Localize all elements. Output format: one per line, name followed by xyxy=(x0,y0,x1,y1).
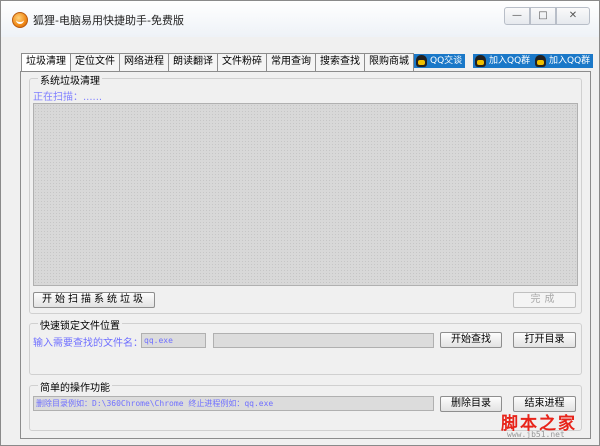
minimize-button[interactable]: — xyxy=(504,7,530,25)
fox-app-icon xyxy=(12,12,28,28)
qq-icon xyxy=(416,55,427,67)
filename-prompt-label: 输入需要查找的文件名： xyxy=(33,338,143,349)
start-find-button[interactable]: 开始查找 xyxy=(440,332,502,348)
title-bar[interactable]: 狐狸-电脑易用快捷助手-免费版 — □ ✕ xyxy=(1,1,599,37)
start-scan-button[interactable]: 开始扫描系统垃圾 xyxy=(33,292,155,308)
qq-group-icon xyxy=(535,55,546,67)
delete-directory-button[interactable]: 删除目录 xyxy=(440,396,502,412)
join-qq-group-button-2[interactable]: 加入QQ群 xyxy=(533,54,594,68)
watermark-url: www.jb51.net xyxy=(507,430,565,439)
tab-limited-mall[interactable]: 限购商城 xyxy=(364,53,414,71)
scan-results-list[interactable] xyxy=(33,103,578,286)
qq-group-icon xyxy=(475,55,486,67)
tab-file-shredder[interactable]: 文件粉碎 xyxy=(217,53,267,71)
locate-file-group: 快速锁定文件位置 输入需要查找的文件名： qq.exe 开始查找 打开目录 xyxy=(29,317,582,375)
join-qq-group-label: 加入QQ群 xyxy=(489,56,531,66)
tab-strip: 垃圾清理 定位文件 网络进程 朗读翻译 文件粉碎 常用查询 搜索查找 限购商城 xyxy=(21,53,414,72)
qq-chat-button[interactable]: QQ交谈 xyxy=(414,54,466,68)
filename-input[interactable]: qq.exe xyxy=(141,333,206,348)
scan-status-label: 正在扫描：...... xyxy=(33,92,103,103)
file-path-result-field[interactable] xyxy=(213,333,434,348)
tab-network-process[interactable]: 网络进程 xyxy=(119,53,169,71)
maximize-button[interactable]: □ xyxy=(530,7,556,25)
tab-junk-clean[interactable]: 垃圾清理 xyxy=(21,53,71,72)
qq-chat-label: QQ交谈 xyxy=(430,56,463,66)
junk-clean-group: 系统垃圾清理 正在扫描：...... 开始扫描系统垃圾 完成 xyxy=(29,72,582,314)
simple-ops-group-title: 简单的操作功能 xyxy=(38,379,112,394)
tab-common-query[interactable]: 常用查询 xyxy=(266,53,316,71)
tab-read-translate[interactable]: 朗读翻译 xyxy=(168,53,218,71)
close-button[interactable]: ✕ xyxy=(556,7,590,25)
join-qq-group-button[interactable]: 加入QQ群 xyxy=(473,54,534,68)
junk-clean-group-title: 系统垃圾清理 xyxy=(38,72,102,87)
tab-locate-file[interactable]: 定位文件 xyxy=(70,53,120,71)
locate-file-group-title: 快速锁定文件位置 xyxy=(38,317,122,332)
finish-button[interactable]: 完成 xyxy=(513,292,576,308)
tab-panel-junk-clean: 系统垃圾清理 正在扫描：...... 开始扫描系统垃圾 完成 快速锁定文件位置 … xyxy=(20,71,591,439)
tab-search-find[interactable]: 搜索查找 xyxy=(315,53,365,71)
join-qq-group-label-2: 加入QQ群 xyxy=(549,56,591,66)
open-directory-button[interactable]: 打开目录 xyxy=(513,332,576,348)
window-title: 狐狸-电脑易用快捷助手-免费版 xyxy=(33,14,184,27)
simple-ops-group: 简单的操作功能 删除目录例如：D:\360Chrome\Chrome 终止进程例… xyxy=(29,379,582,431)
command-input[interactable]: 删除目录例如：D:\360Chrome\Chrome 终止进程例如：qq.exe xyxy=(33,396,434,411)
app-window: 狐狸-电脑易用快捷助手-免费版 — □ ✕ 垃圾清理 定位文件 网络进程 朗读翻… xyxy=(0,0,600,446)
